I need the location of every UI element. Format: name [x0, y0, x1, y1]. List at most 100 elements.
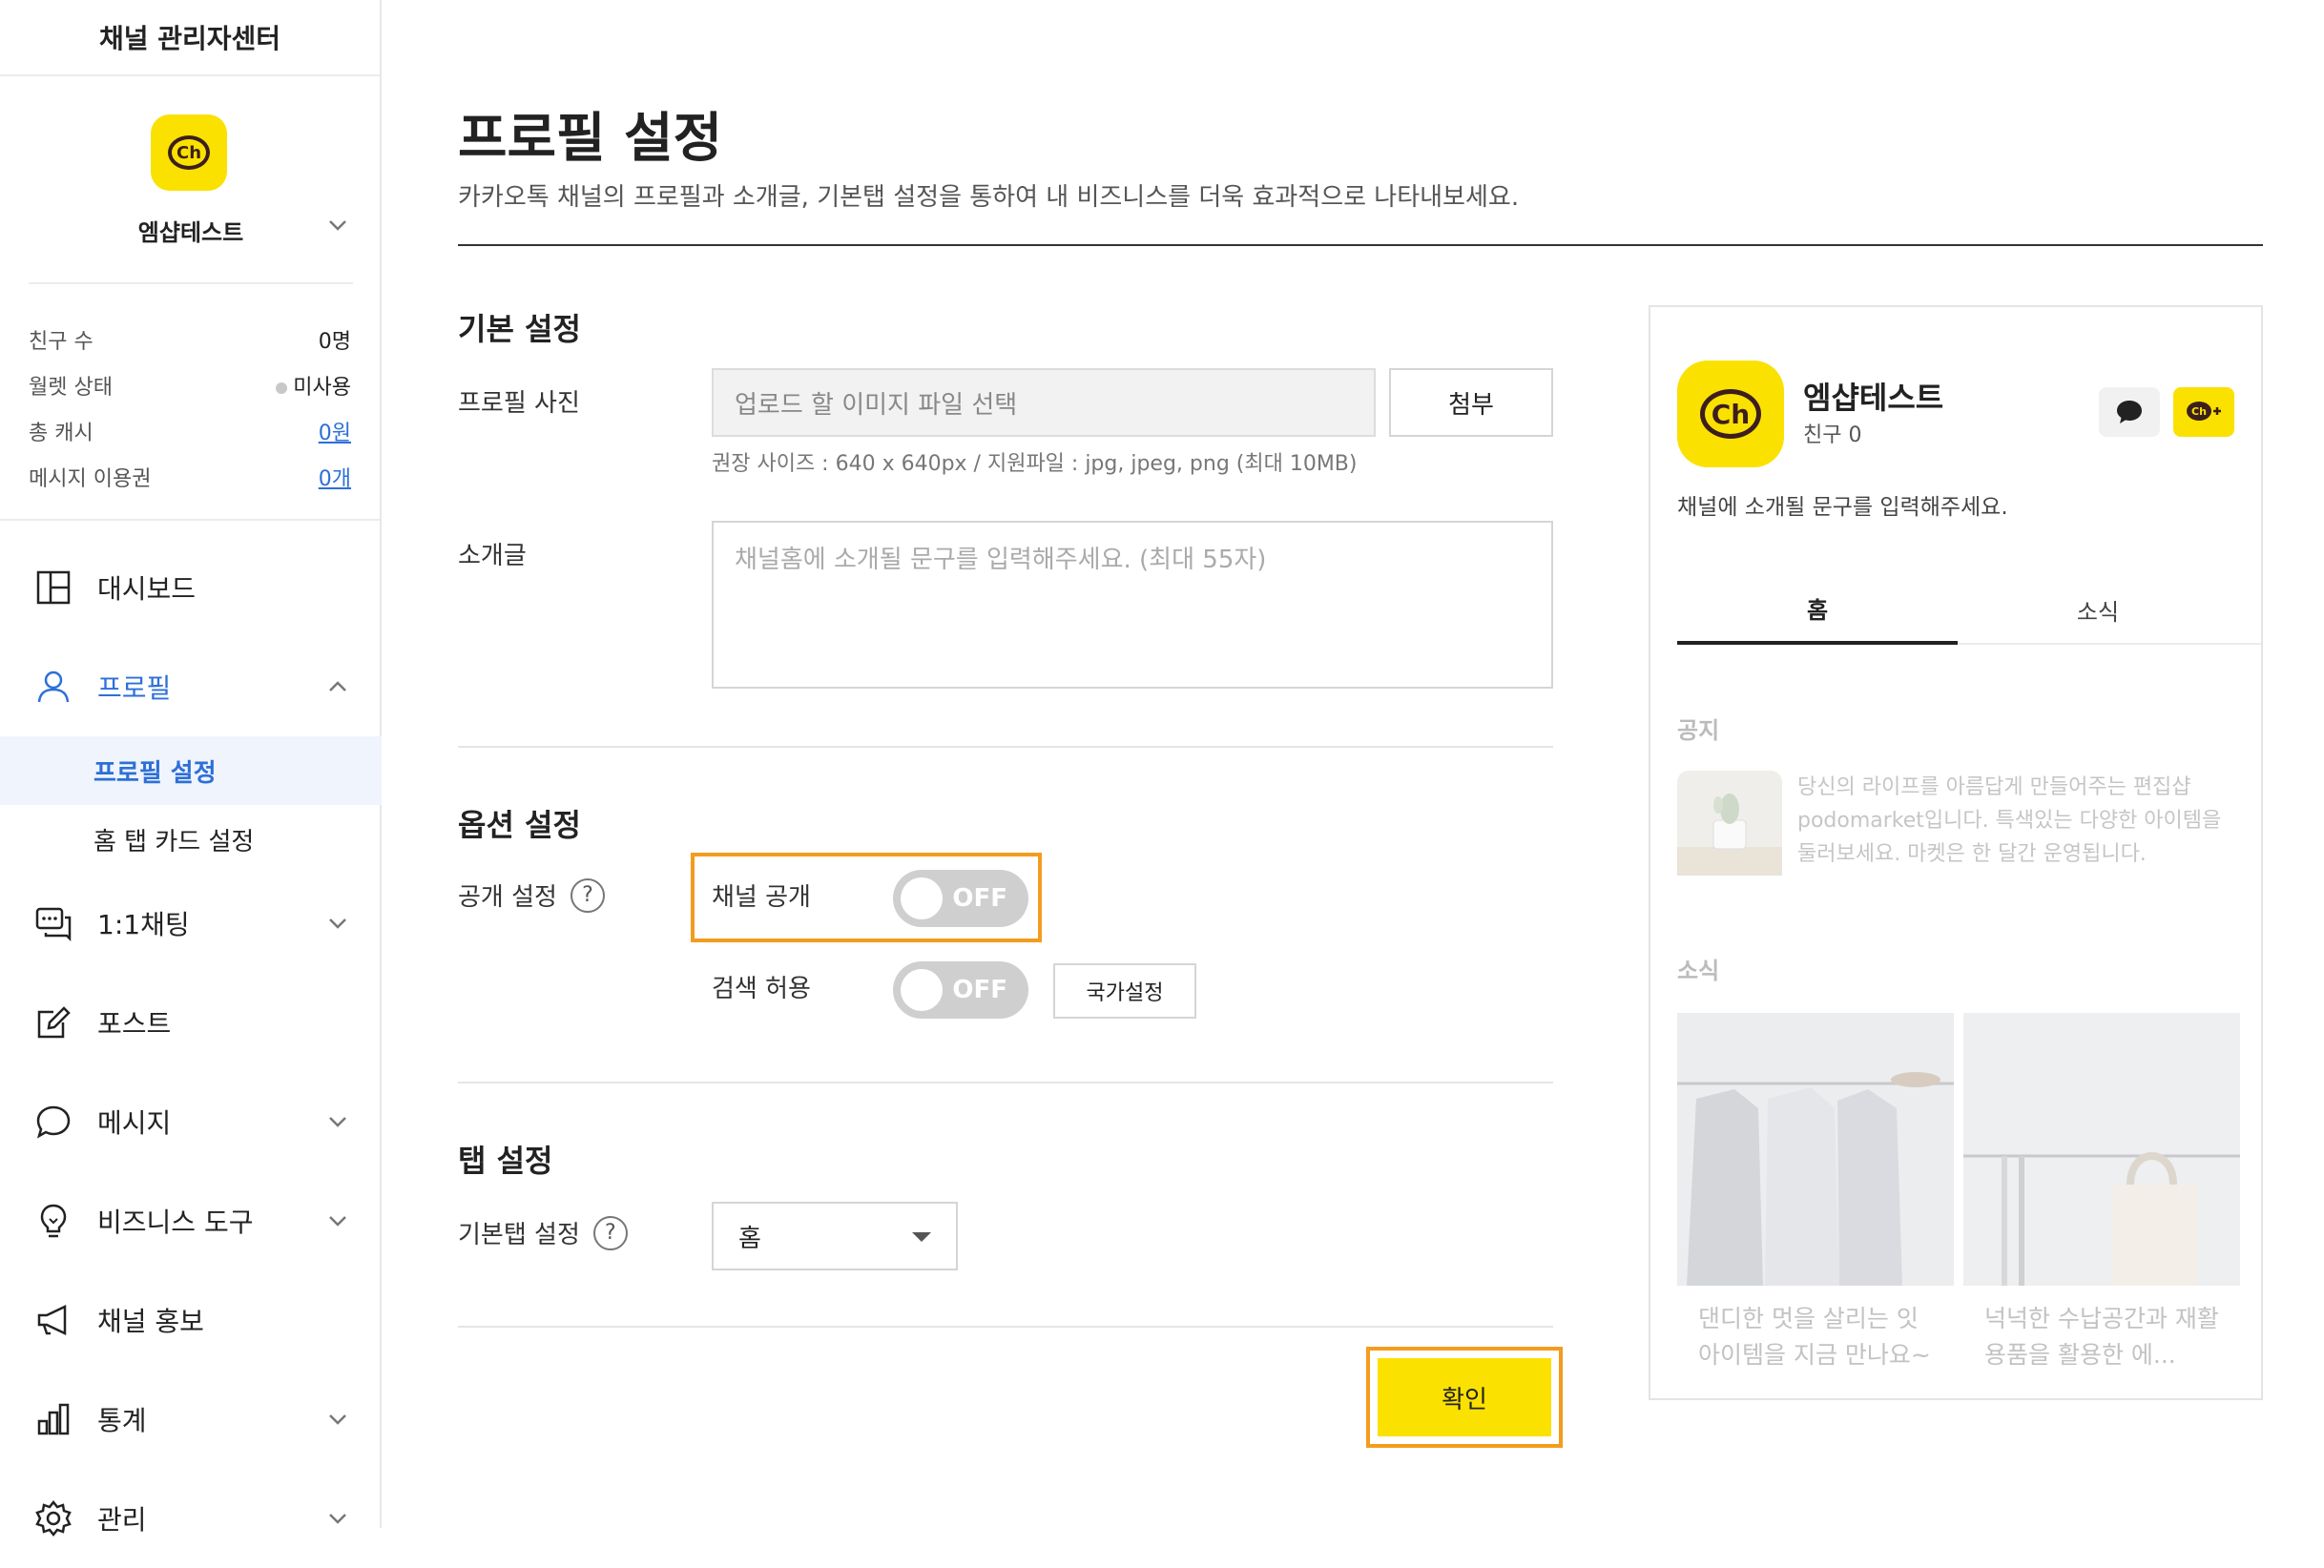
sidebar-item-label: 관리: [97, 1504, 147, 1536]
sidebar-item-promotion[interactable]: 채널 홍보: [0, 1270, 382, 1370]
search-allow-label: 검색 허용: [712, 975, 811, 1003]
sidebar-title: 채널 관리자센터: [0, 0, 380, 76]
stat-value: 미사용: [276, 370, 351, 401]
help-icon[interactable]: ?: [570, 877, 605, 913]
sidebar-item-label: 1:1채팅: [97, 909, 190, 940]
title-divider: [458, 244, 2263, 246]
toggle-knob: [901, 969, 943, 1011]
edit-icon: [37, 1006, 71, 1039]
speech-bubble-icon: [36, 1105, 71, 1139]
preview-add-channel-button[interactable]: Ch: [2173, 387, 2234, 437]
stat-value: 0명: [318, 330, 351, 354]
status-dot-icon: [276, 382, 288, 394]
public-settings-text: 공개 설정: [458, 883, 557, 912]
preview-tab-news[interactable]: 소식: [1958, 574, 2238, 645]
news-card-image: [1963, 1013, 2240, 1286]
sidebar-item-chat[interactable]: 1:1채팅: [0, 874, 382, 973]
chevron-down-icon[interactable]: [324, 212, 351, 238]
preview-friends-count: 친구 0: [1803, 423, 1862, 447]
help-icon[interactable]: ?: [592, 1215, 628, 1250]
intro-textarea[interactable]: 채널홈에 소개될 문구를 입력해주세요. (최대 55자): [712, 521, 1553, 689]
preview-chat-button[interactable]: [2099, 387, 2160, 437]
chevron-down-icon: [329, 1216, 346, 1227]
notice-thumbnail-image: [1677, 771, 1782, 876]
section-title-options: 옵션 설정: [458, 807, 581, 843]
section-divider: [458, 746, 1553, 748]
sidebar-item-label: 메시지: [97, 1107, 172, 1139]
stat-message-voucher: 메시지 이용권 0개: [29, 454, 351, 500]
default-tab-value: 홈: [738, 1224, 761, 1253]
clothes-rack-image-icon: [1677, 1013, 1954, 1286]
toggle-knob: [901, 877, 943, 919]
preview-notice-title: 공지: [1677, 717, 1720, 744]
stat-voucher-link[interactable]: 0개: [319, 462, 351, 492]
preview-tabs: 홈 소식: [1677, 574, 2261, 645]
stat-cash: 총 캐시 0원: [29, 408, 351, 454]
sidebar-item-dashboard[interactable]: 대시보드: [0, 538, 382, 637]
toggle-state: OFF: [952, 976, 1007, 1004]
news-card-image: [1677, 1013, 1954, 1286]
search-allow-toggle[interactable]: OFF: [893, 961, 1028, 1019]
profile-preview: Ch 엠샵테스트 친구 0 Ch 채널에 소개될 문구를 입력해주세요. 홈 소…: [1649, 305, 2263, 1400]
page-title: 프로필 설정: [458, 108, 723, 170]
channel-logo[interactable]: Ch: [151, 114, 227, 191]
public-settings-label: 공개 설정 ?: [458, 877, 605, 913]
stat-label: 메시지 이용권: [29, 467, 152, 491]
news-card[interactable]: 넉넉한 수납공간과 재활용품을 활용한 에...: [1963, 1013, 2240, 1398]
chat-icon: [35, 907, 72, 942]
lightbulb-icon: [40, 1204, 67, 1238]
stat-cash-link[interactable]: 0원: [319, 416, 351, 446]
preview-tab-home[interactable]: 홈: [1677, 574, 1958, 645]
sidebar-subitem-home-tab-card[interactable]: 홈 탭 카드 설정: [0, 805, 382, 874]
news-card-caption: 댄디한 멋을 살리는 잇 아이템을 지금 만나요~: [1698, 1305, 1931, 1369]
profile-photo-file-input[interactable]: 업로드 할 이미지 파일 선택: [712, 368, 1376, 437]
confirm-highlight: 확인: [1366, 1347, 1563, 1448]
sidebar-subitem-profile-settings[interactable]: 프로필 설정: [0, 736, 382, 805]
sidebar-item-profile[interactable]: 프로필: [0, 637, 382, 736]
channel-logo-text: Ch: [168, 135, 210, 170]
intro-label: 소개글: [458, 542, 527, 570]
divider: [29, 282, 353, 284]
default-tab-label: 기본탭 설정 ?: [458, 1215, 628, 1250]
news-card[interactable]: 댄디한 멋을 살리는 잇 아이템을 지금 만나요~: [1677, 1013, 1954, 1398]
chevron-down-icon: [329, 1414, 346, 1425]
user-icon: [37, 671, 70, 703]
preview-logo-text: Ch: [1700, 389, 1761, 439]
preview-news-title: 소식: [1677, 958, 1720, 984]
sidebar-item-manage[interactable]: 관리: [0, 1469, 382, 1568]
megaphone-icon: [37, 1305, 67, 1335]
stat-label: 친구 수: [29, 330, 93, 354]
sidebar-item-business-tools[interactable]: 비즈니스 도구: [0, 1171, 382, 1270]
chevron-up-icon: [329, 681, 346, 691]
sidebar-item-stats[interactable]: 통계: [0, 1370, 382, 1469]
sidebar-item-message[interactable]: 메시지: [0, 1072, 382, 1171]
caret-down-icon: [912, 1232, 931, 1242]
default-tab-text: 기본탭 설정: [458, 1221, 580, 1249]
confirm-button[interactable]: 확인: [1378, 1358, 1551, 1436]
profile-photo-label: 프로필 사진: [458, 389, 580, 418]
stat-label: 월렛 상태: [29, 376, 113, 400]
chevron-down-icon: [329, 918, 346, 929]
tote-bag-image-icon: [1963, 1013, 2240, 1286]
stat-friends: 친구 수 0명: [29, 317, 351, 362]
preview-intro: 채널에 소개될 문구를 입력해주세요.: [1677, 495, 2008, 520]
wallet-status: 미사용: [293, 376, 351, 400]
stat-wallet: 월렛 상태 미사용: [29, 362, 351, 408]
chat-bubble-icon: [2117, 401, 2142, 423]
attach-button[interactable]: 첨부: [1389, 368, 1553, 437]
default-tab-select[interactable]: 홈: [712, 1202, 958, 1270]
news-card-caption: 넉넉한 수납공간과 재활용품을 활용한 에...: [1984, 1305, 2219, 1369]
photo-hint: 권장 사이즈 : 640 x 640px / 지원파일 : jpg, jpeg,…: [712, 452, 1358, 476]
channel-public-label: 채널 공개: [712, 883, 811, 912]
dashboard-icon: [36, 570, 71, 605]
sidebar: 채널 관리자센터 Ch 엠샵테스트 친구 수 0명 월렛 상태 미사용 총 캐시…: [0, 0, 382, 1537]
channel-public-toggle[interactable]: OFF: [893, 870, 1028, 927]
sidebar-item-label: 통계: [97, 1405, 147, 1436]
channel-add-icon: Ch: [2187, 402, 2221, 421]
bar-chart-icon: [37, 1403, 70, 1435]
country-settings-button[interactable]: 국가설정: [1053, 963, 1196, 1019]
plant-pot-icon: [1677, 794, 1782, 876]
sidebar-item-post[interactable]: 포스트: [0, 973, 382, 1072]
sidebar-item-label: 대시보드: [97, 573, 197, 605]
sidebar-item-label: 프로필: [97, 672, 172, 704]
